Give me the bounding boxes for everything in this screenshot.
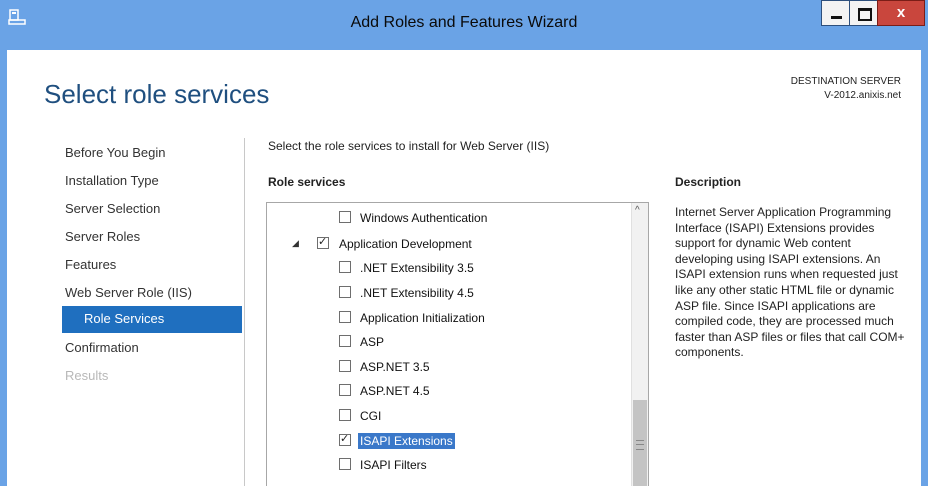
page-title: Select role services (44, 79, 270, 109)
window-title: Add Roles and Features Wizard (350, 14, 578, 31)
tree-item-isapi-filters[interactable]: ISAPI Filters (267, 454, 627, 476)
checkbox[interactable] (339, 286, 351, 298)
nav-role-services-label: Role Services (84, 311, 165, 326)
grip-icon (636, 440, 644, 450)
tree-item-asp[interactable]: ASP (267, 331, 627, 353)
tree-item-aspnet-35[interactable]: ASP.NET 3.5 (267, 356, 627, 378)
minimize-icon (831, 16, 842, 19)
destination-server-name: V-2012.anixis.net (824, 90, 901, 101)
checkbox[interactable] (339, 311, 351, 323)
minimize-button[interactable] (821, 0, 850, 26)
checkbox[interactable] (339, 360, 351, 372)
tree-item-net-extensibility-45[interactable]: .NET Extensibility 4.5 (267, 282, 627, 304)
maximize-icon (858, 8, 872, 21)
scroll-up-icon[interactable]: ^ (635, 205, 640, 216)
instruction-text: Select the role services to install for … (268, 139, 550, 153)
checkbox[interactable] (339, 432, 351, 446)
nav-server-selection[interactable]: Server Selection (65, 201, 160, 216)
checkbox[interactable] (317, 235, 329, 249)
description-text: Internet Server Application Programming … (675, 205, 905, 360)
nav-results: Results (65, 368, 109, 383)
tree-scrollbar[interactable]: ^ (631, 203, 648, 486)
nav-features[interactable]: Features (65, 257, 116, 272)
nav-web-server-role[interactable]: Web Server Role (IIS) (65, 285, 192, 300)
tree-item-application-initialization[interactable]: Application Initialization (267, 307, 627, 329)
nav-role-services[interactable]: Role Services (62, 306, 242, 333)
close-button[interactable]: x (877, 0, 925, 26)
checkbox[interactable] (339, 261, 351, 273)
nav-confirmation[interactable]: Confirmation (65, 340, 139, 355)
description-header: Description (675, 175, 742, 189)
title-bar[interactable]: Add Roles and Features Wizard x (0, 0, 928, 50)
role-services-header: Role services (268, 175, 346, 189)
nav-divider (244, 138, 245, 486)
wizard-window: Add Roles and Features Wizard x Select r… (0, 0, 928, 486)
tree-item-application-development[interactable]: ◢ Application Development (267, 233, 627, 255)
checkbox[interactable] (339, 384, 351, 396)
close-icon: x (896, 4, 906, 21)
tree-item-cgi[interactable]: CGI (267, 405, 627, 427)
tree-item-isapi-extensions[interactable]: ISAPI Extensions (267, 430, 627, 452)
destination-server-label: DESTINATION SERVER (790, 76, 901, 87)
maximize-button[interactable] (849, 0, 878, 26)
nav-installation-type[interactable]: Installation Type (65, 173, 159, 188)
checkbox[interactable] (339, 409, 351, 421)
tree-item-aspnet-45[interactable]: ASP.NET 4.5 (267, 380, 627, 402)
checkbox[interactable] (339, 211, 351, 223)
expand-triangle-icon[interactable]: ◢ (292, 238, 299, 249)
nav-server-roles[interactable]: Server Roles (65, 229, 140, 244)
tree-item-net-extensibility-35[interactable]: .NET Extensibility 3.5 (267, 257, 627, 279)
scroll-thumb[interactable] (633, 400, 647, 486)
nav-before-you-begin[interactable]: Before You Begin (65, 145, 165, 160)
wizard-content: Select role services DESTINATION SERVER … (7, 50, 921, 486)
role-services-tree[interactable]: Windows Authentication ◢ Application Dev… (266, 202, 649, 486)
tree-item-windows-authentication[interactable]: Windows Authentication (267, 207, 627, 229)
checkbox[interactable] (339, 335, 351, 347)
checkbox[interactable] (339, 458, 351, 470)
